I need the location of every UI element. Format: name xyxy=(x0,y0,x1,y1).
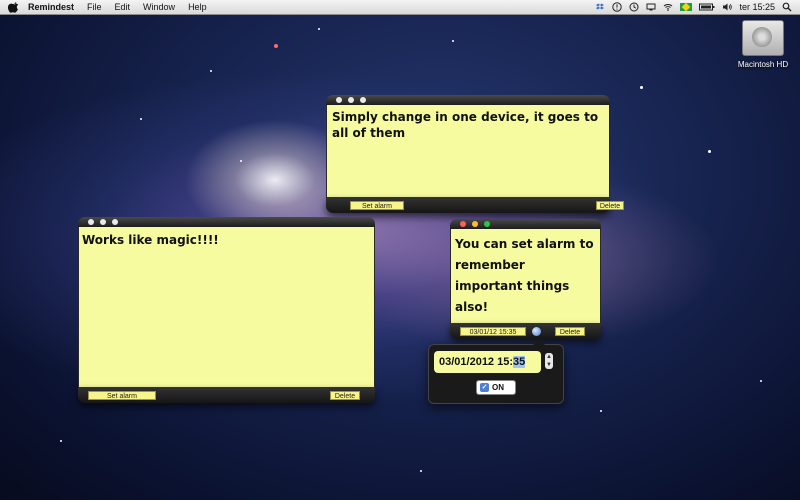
zoom-icon[interactable] xyxy=(484,221,490,227)
star xyxy=(210,70,212,72)
star xyxy=(60,440,62,442)
popover-arrow xyxy=(533,339,545,345)
star xyxy=(240,160,242,162)
star xyxy=(600,410,602,412)
brazil-flag-icon[interactable] xyxy=(680,3,693,11)
star xyxy=(140,118,142,120)
note-footer: Set alarm Delete xyxy=(78,387,375,403)
wifi-icon[interactable] xyxy=(663,2,673,12)
alarm-date-field[interactable]: 03/01/2012 15:35 xyxy=(434,351,541,373)
star xyxy=(420,470,422,472)
note-text: You can set alarm to remember important … xyxy=(455,237,594,314)
note-titlebar[interactable] xyxy=(78,217,375,227)
checkbox-checked-icon[interactable]: ✓ xyxy=(480,383,489,392)
set-alarm-button[interactable]: Set alarm xyxy=(350,201,404,210)
menu-file[interactable]: File xyxy=(87,2,102,12)
alarm-minutes-selected[interactable]: 35 xyxy=(513,356,526,368)
spotlight-icon[interactable] xyxy=(782,2,792,12)
zoom-icon[interactable] xyxy=(112,219,118,225)
note-titlebar[interactable] xyxy=(450,219,601,229)
volume-icon[interactable] xyxy=(722,2,733,12)
zoom-icon[interactable] xyxy=(360,97,366,103)
menu-bar: Remindest File Edit Window Help ter 15:2… xyxy=(0,0,800,15)
close-icon[interactable] xyxy=(88,219,94,225)
menu-extras: ter 15:25 xyxy=(595,0,792,14)
star xyxy=(760,380,762,382)
star xyxy=(640,86,643,89)
star xyxy=(318,28,320,30)
delete-button[interactable]: Delete xyxy=(596,201,624,210)
note-window-magic[interactable]: Works like magic!!!! Set alarm Delete xyxy=(78,217,375,403)
note-window-sync[interactable]: Simply change in one device, it goes to … xyxy=(326,95,624,213)
menu-clock[interactable]: ter 15:25 xyxy=(739,2,775,12)
star xyxy=(274,44,278,48)
menu-app-name[interactable]: Remindest xyxy=(28,2,74,12)
stepper-up-icon[interactable]: ▲ xyxy=(545,353,553,361)
star xyxy=(708,150,711,153)
time-machine-icon[interactable] xyxy=(629,2,639,12)
alarm-clock-icon[interactable] xyxy=(532,327,541,336)
menu-edit[interactable]: Edit xyxy=(115,2,131,12)
close-icon[interactable] xyxy=(460,221,466,227)
minimize-icon[interactable] xyxy=(100,219,106,225)
note-footer: Set alarm Delete xyxy=(326,197,624,213)
alert-icon[interactable] xyxy=(612,2,623,12)
note-footer: 03/01/12 15:35 Delete xyxy=(450,323,601,339)
battery-icon[interactable] xyxy=(699,2,715,12)
stepper-down-icon[interactable]: ▼ xyxy=(545,361,553,369)
note-window-alarm[interactable]: You can set alarm to remember important … xyxy=(450,219,601,339)
alarm-time-button[interactable]: 03/01/12 15:35 xyxy=(460,327,526,336)
display-icon[interactable] xyxy=(646,2,656,12)
menu-help[interactable]: Help xyxy=(188,2,207,12)
close-icon[interactable] xyxy=(336,97,342,103)
set-alarm-button[interactable]: Set alarm xyxy=(88,391,156,400)
note-titlebar[interactable] xyxy=(326,95,610,105)
delete-button[interactable]: Delete xyxy=(330,391,360,400)
alarm-on-toggle[interactable]: ✓ ON xyxy=(476,380,516,395)
minimize-icon[interactable] xyxy=(348,97,354,103)
alarm-on-label: ON xyxy=(492,383,504,392)
note-text: Simply change in one device, it goes to … xyxy=(332,110,599,140)
menu-window[interactable]: Window xyxy=(143,2,175,12)
apple-menu-icon[interactable] xyxy=(8,1,20,13)
macintosh-hd-drive[interactable]: Macintosh HD xyxy=(730,20,796,69)
note-text: Works like magic!!!! xyxy=(82,233,219,247)
delete-button[interactable]: Delete xyxy=(555,327,585,336)
alarm-date-text: 03/01/2012 15: xyxy=(439,356,514,368)
drive-label: Macintosh HD xyxy=(737,60,789,69)
minimize-icon[interactable] xyxy=(472,221,478,227)
hard-drive-icon xyxy=(742,20,784,56)
note-text-area[interactable]: Simply change in one device, it goes to … xyxy=(326,105,610,197)
note-text-area[interactable]: Works like magic!!!! xyxy=(78,227,375,387)
alarm-popover: 03/01/2012 15:35 ▲ ▼ ✓ ON xyxy=(428,339,564,404)
alarm-stepper[interactable]: ▲ ▼ xyxy=(545,353,553,369)
star xyxy=(452,40,454,42)
note-text-area[interactable]: You can set alarm to remember important … xyxy=(450,229,601,323)
dropbox-icon[interactable] xyxy=(595,2,605,12)
